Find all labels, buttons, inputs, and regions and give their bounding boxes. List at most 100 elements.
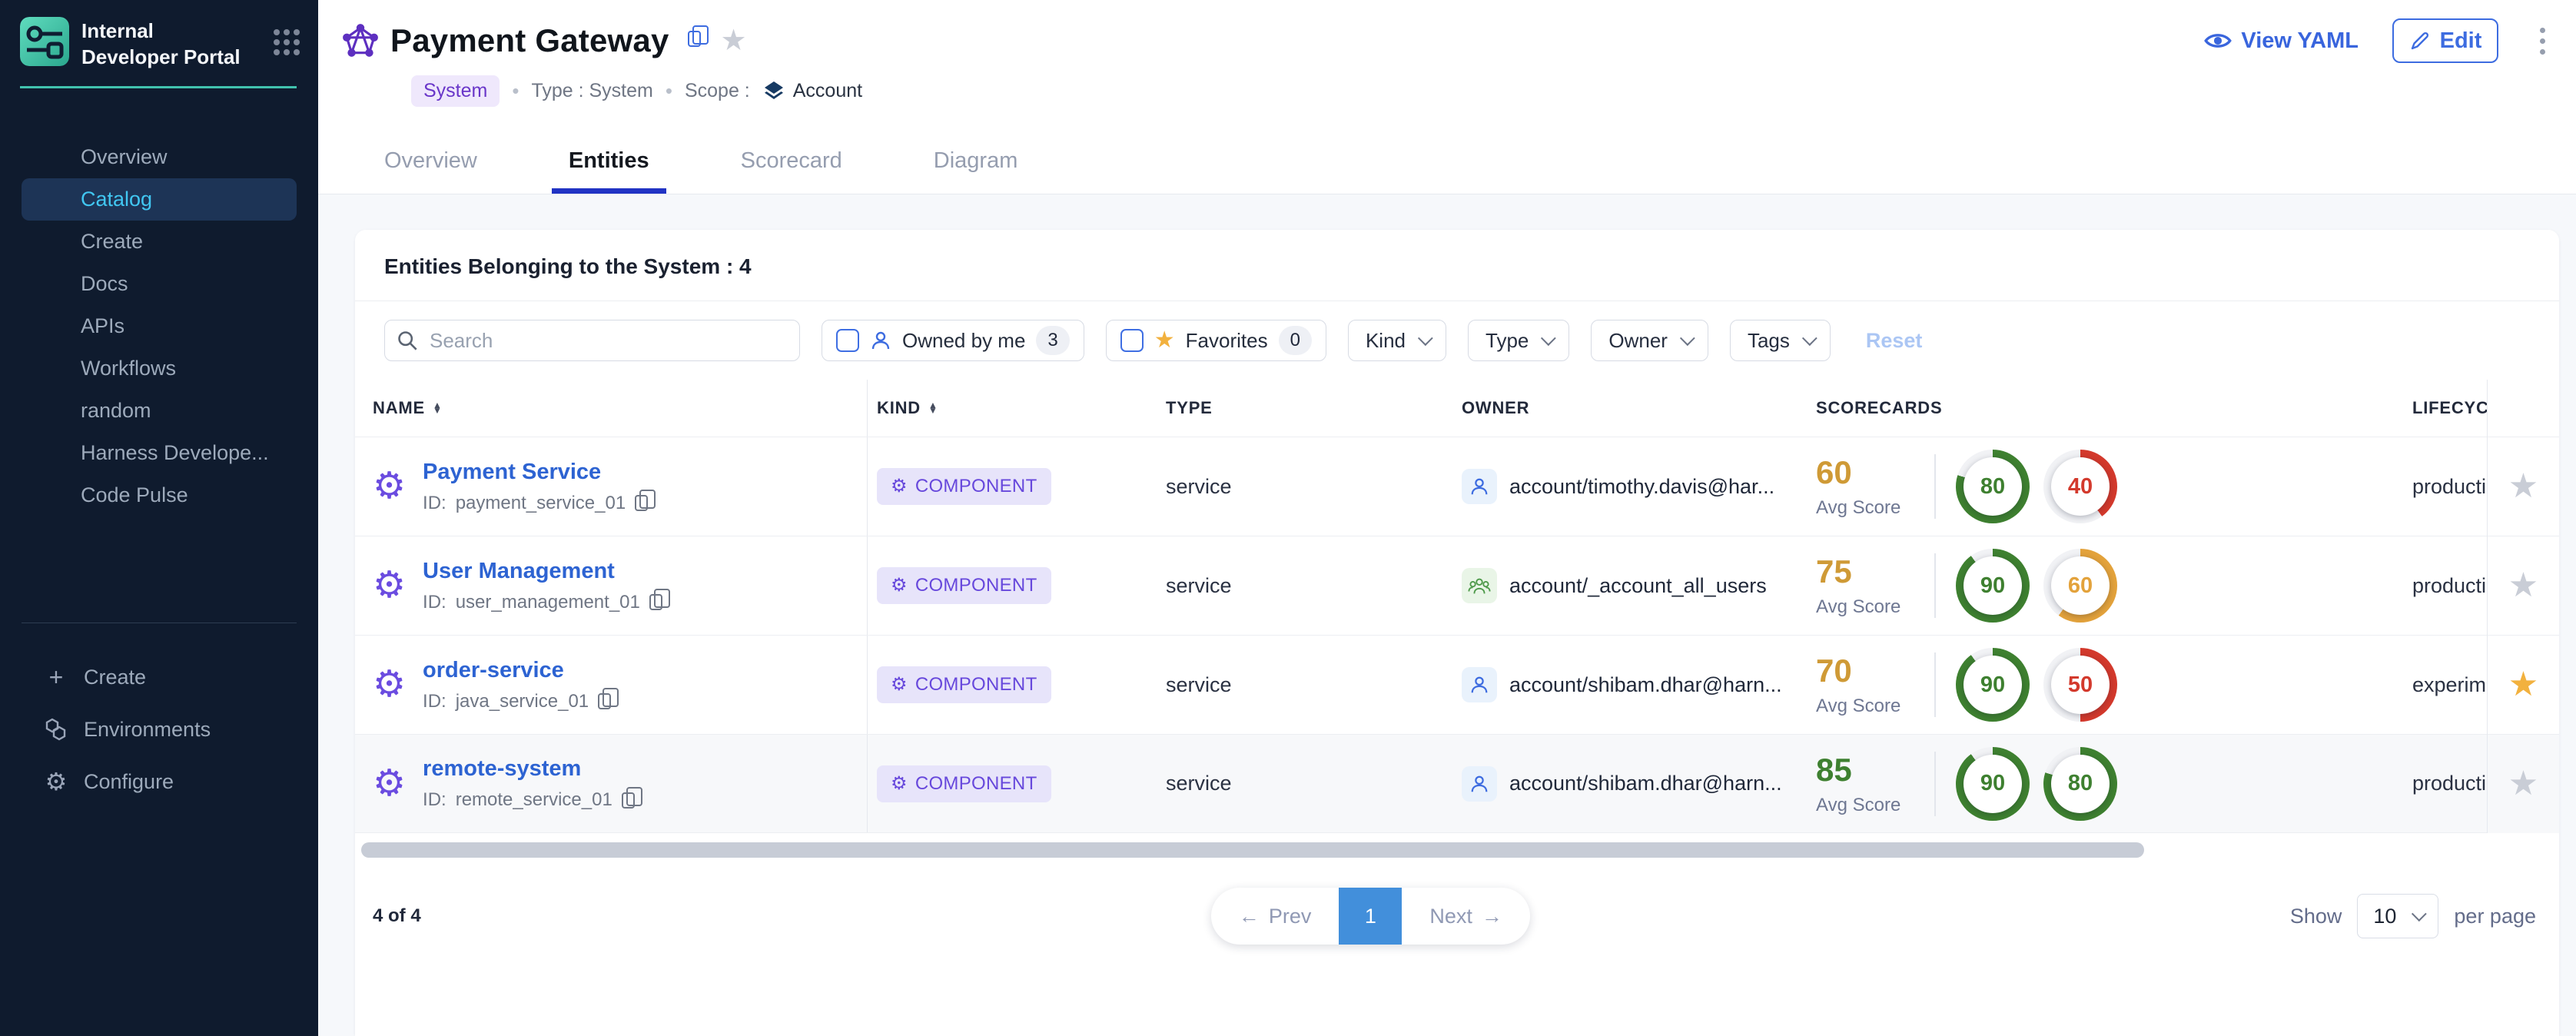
table-row[interactable]: ⚙ User Management ID:user_management_01 bbox=[355, 536, 2487, 635]
entity-name-link[interactable]: User Management bbox=[423, 559, 662, 584]
owned-by-me-count: 3 bbox=[1036, 326, 1069, 355]
kind-dropdown-label: Kind bbox=[1366, 329, 1406, 353]
owner-user-icon bbox=[1462, 667, 1497, 702]
sidebar-footer-configure[interactable]: ⚙ Configure bbox=[22, 755, 297, 808]
tab-entities[interactable]: Entities bbox=[552, 148, 666, 194]
owner-cell: account/timothy.davis@har... bbox=[1452, 469, 1808, 504]
column-header-owner: OWNER bbox=[1452, 398, 1808, 418]
component-gear-icon: ⚙ bbox=[373, 666, 406, 703]
row-favorite-toggle[interactable]: ★ bbox=[2488, 635, 2559, 734]
sidebar-item-random[interactable]: random bbox=[22, 390, 297, 432]
table-scroll-area[interactable]: NAME ▲▼ KIND ▲▼ TYPE OWNER SCORECARDS LI… bbox=[355, 380, 2487, 833]
kind-chip: ⚙ COMPONENT bbox=[877, 666, 1051, 703]
type-dropdown[interactable]: Type bbox=[1468, 320, 1569, 361]
prev-page-button[interactable]: ← Prev bbox=[1211, 888, 1339, 945]
edit-button[interactable]: Edit bbox=[2392, 18, 2498, 63]
page-size-control: Show 10 per page bbox=[2290, 894, 2536, 938]
table-row[interactable]: ⚙ remote-system ID:remote_service_01 bbox=[355, 734, 2487, 833]
horizontal-scrollbar[interactable] bbox=[361, 842, 2144, 858]
owned-by-me-filter[interactable]: Owned by me 3 bbox=[822, 320, 1084, 361]
search-input[interactable] bbox=[384, 320, 800, 361]
column-header-kind[interactable]: KIND ▲▼ bbox=[868, 398, 1160, 418]
avg-score-label: Avg Score bbox=[1816, 596, 1914, 618]
tags-dropdown[interactable]: Tags bbox=[1730, 320, 1831, 361]
table-row[interactable]: ⚙ Payment Service ID:payment_service_01 bbox=[355, 437, 2487, 536]
copy-title-icon[interactable] bbox=[688, 31, 701, 51]
page-size-select[interactable]: 10 bbox=[2357, 894, 2438, 938]
view-yaml-button[interactable]: View YAML bbox=[2204, 28, 2359, 54]
sidebar-item-docs[interactable]: Docs bbox=[22, 263, 297, 305]
score-gauge[interactable]: 60 bbox=[2043, 549, 2117, 623]
tab-scorecard[interactable]: Scorecard bbox=[724, 148, 859, 194]
edit-button-label: Edit bbox=[2440, 28, 2482, 54]
sidebar-item-overview[interactable]: Overview bbox=[22, 136, 297, 178]
entity-name-link[interactable]: order-service bbox=[423, 658, 611, 683]
meta-separator: • bbox=[666, 79, 672, 103]
sidebar-footer-environments[interactable]: Environments bbox=[22, 703, 297, 755]
avg-score-label: Avg Score bbox=[1816, 696, 1914, 717]
scorecards-cell: 60 Avg Score 80 40 bbox=[1808, 450, 2339, 523]
owner-dropdown-label: Owner bbox=[1608, 329, 1668, 353]
scorecards-cell: 70 Avg Score 90 50 bbox=[1808, 648, 2339, 722]
row-favorite-toggle[interactable]: ★ bbox=[2488, 734, 2559, 833]
page-number-button[interactable]: 1 bbox=[1339, 888, 1402, 945]
sort-icon[interactable]: ▲▼ bbox=[928, 403, 938, 414]
hexagons-icon bbox=[42, 716, 70, 742]
search-box bbox=[384, 320, 800, 361]
type-cell: service bbox=[1160, 673, 1452, 697]
kind-cell: ⚙ COMPONENT bbox=[868, 666, 1160, 703]
copy-id-icon[interactable] bbox=[635, 495, 648, 511]
favorites-column-header bbox=[2488, 380, 2559, 437]
favorites-filter[interactable]: ★ Favorites 0 bbox=[1106, 320, 1326, 361]
copy-id-icon[interactable] bbox=[649, 594, 662, 610]
page-title: Payment Gateway bbox=[390, 22, 669, 59]
kind-dropdown[interactable]: Kind bbox=[1348, 320, 1446, 361]
copy-id-icon[interactable] bbox=[622, 792, 635, 809]
kind-cell: ⚙ COMPONENT bbox=[868, 765, 1160, 802]
account-scope-icon bbox=[762, 80, 785, 103]
row-favorite-toggle[interactable]: ★ bbox=[2488, 536, 2559, 635]
sidebar-item-harness-developer[interactable]: Harness Develope... bbox=[22, 432, 297, 474]
brand: Internal Developer Portal bbox=[0, 0, 318, 71]
next-page-button[interactable]: Next → bbox=[1402, 888, 1530, 945]
more-options-kebab-icon[interactable] bbox=[2532, 23, 2553, 59]
score-gauge[interactable]: 90 bbox=[1956, 747, 2030, 821]
entity-name-link[interactable]: remote-system bbox=[423, 756, 635, 782]
meta-separator: • bbox=[512, 79, 519, 103]
tab-diagram[interactable]: Diagram bbox=[917, 148, 1035, 194]
sidebar-item-catalog[interactable]: Catalog bbox=[22, 178, 297, 221]
owned-by-me-checkbox[interactable] bbox=[836, 329, 859, 352]
sidebar-item-apis[interactable]: APIs bbox=[22, 305, 297, 347]
type-cell: service bbox=[1160, 475, 1452, 499]
favorites-checkbox[interactable] bbox=[1120, 329, 1144, 352]
score-gauge[interactable]: 50 bbox=[2043, 648, 2117, 722]
score-gauge[interactable]: 40 bbox=[2043, 450, 2117, 523]
copy-id-icon[interactable] bbox=[598, 693, 611, 709]
column-header-type: TYPE bbox=[1160, 398, 1452, 418]
column-header-name[interactable]: NAME ▲▼ bbox=[355, 380, 868, 437]
row-favorite-toggle[interactable]: ★ bbox=[2488, 437, 2559, 536]
score-gauge[interactable]: 90 bbox=[1956, 648, 2030, 722]
tags-dropdown-label: Tags bbox=[1748, 329, 1790, 353]
reset-filters-button[interactable]: Reset bbox=[1866, 329, 1923, 353]
table-row[interactable]: ⚙ order-service ID:java_service_01 bbox=[355, 635, 2487, 734]
arrow-left-icon: ← bbox=[1239, 905, 1260, 928]
entity-name-link[interactable]: Payment Service bbox=[423, 460, 648, 485]
column-header-lifecycle: LIFECYCLE bbox=[2339, 398, 2487, 418]
component-gear-icon: ⚙ bbox=[373, 468, 406, 505]
tab-overview[interactable]: Overview bbox=[367, 148, 494, 194]
score-gauge[interactable]: 90 bbox=[1956, 549, 2030, 623]
app-switcher-icon[interactable] bbox=[274, 29, 300, 55]
sidebar-item-code-pulse[interactable]: Code Pulse bbox=[22, 474, 297, 516]
owner-dropdown[interactable]: Owner bbox=[1591, 320, 1708, 361]
sidebar-footer-create[interactable]: + Create bbox=[22, 651, 297, 703]
favorite-entity-star-icon[interactable]: ★ bbox=[721, 26, 747, 55]
score-gauge[interactable]: 80 bbox=[1956, 450, 2030, 523]
sidebar-item-create[interactable]: Create bbox=[22, 221, 297, 263]
sort-icon[interactable]: ▲▼ bbox=[433, 403, 443, 414]
chevron-down-icon bbox=[1418, 330, 1433, 346]
component-gear-icon: ⚙ bbox=[373, 765, 406, 802]
score-gauge[interactable]: 80 bbox=[2043, 747, 2117, 821]
scope-value-text: Account bbox=[793, 80, 862, 102]
sidebar-item-workflows[interactable]: Workflows bbox=[22, 347, 297, 390]
